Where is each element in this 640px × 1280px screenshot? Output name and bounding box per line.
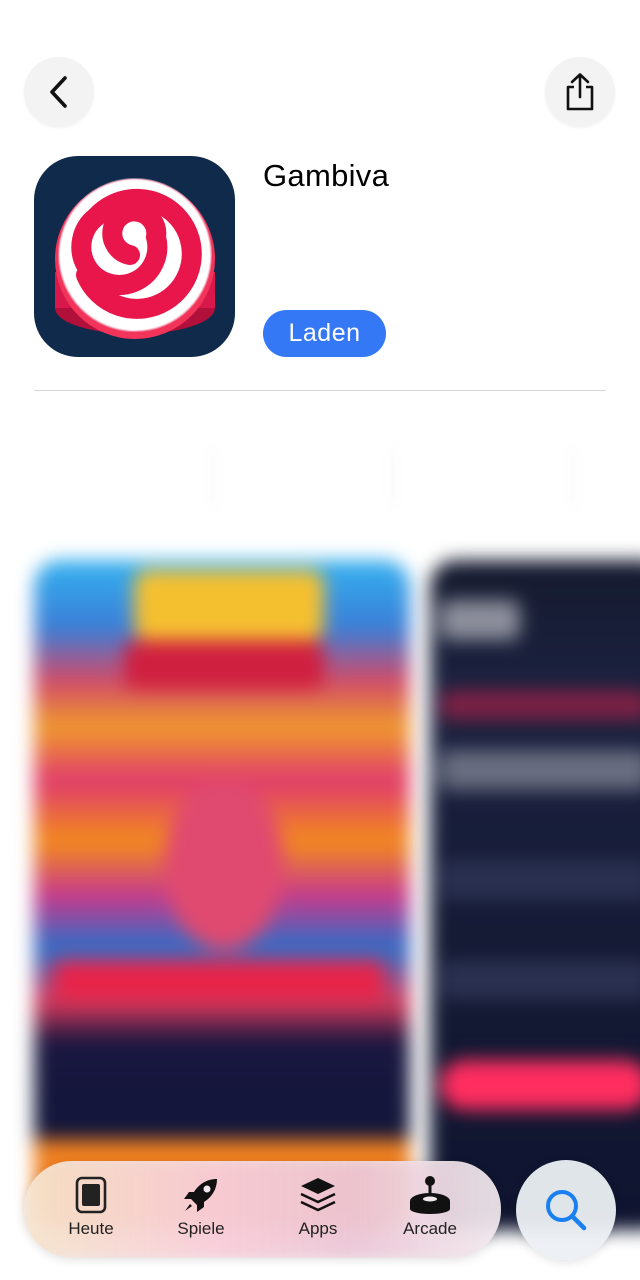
share-icon	[566, 73, 594, 111]
tab-label: Apps	[298, 1219, 338, 1238]
tab-spiele[interactable]: Spiele	[151, 1175, 251, 1245]
field-shape	[440, 860, 640, 900]
field-shape	[440, 960, 640, 1000]
banner-shape	[124, 640, 324, 690]
chevron-left-icon	[50, 76, 67, 108]
apps-stack-icon	[300, 1178, 336, 1212]
info-separator	[392, 448, 393, 508]
divider	[34, 390, 606, 391]
character-shape	[164, 780, 284, 950]
rocket-icon	[184, 1179, 217, 1212]
line-shape	[440, 690, 640, 720]
tab-label: Heute	[68, 1219, 114, 1238]
banner-shape	[134, 570, 324, 640]
today-icon	[75, 1176, 107, 1214]
app-subtitle	[263, 200, 593, 220]
joystick-icon	[410, 1176, 450, 1214]
get-button[interactable]: Laden	[263, 310, 386, 357]
screenshot-2[interactable]	[430, 560, 640, 1230]
search-button[interactable]	[516, 1160, 616, 1260]
tab-heute[interactable]: Heute	[41, 1175, 141, 1245]
cta-shape	[440, 1060, 640, 1110]
info-separator	[212, 448, 213, 508]
back-button[interactable]	[24, 57, 94, 127]
tab-arcade[interactable]: Arcade	[380, 1175, 480, 1245]
info-row	[0, 418, 640, 538]
candy-swirl-icon	[55, 178, 215, 339]
age-info	[250, 418, 350, 508]
chart-info	[420, 418, 530, 508]
tab-apps[interactable]: Apps	[268, 1175, 368, 1245]
tab-label: Spiele	[177, 1219, 225, 1238]
tab-shape	[440, 600, 520, 640]
tab-label: Arcade	[403, 1219, 457, 1238]
line-shape	[440, 750, 640, 790]
search-icon	[546, 1190, 587, 1231]
button-shape	[54, 960, 384, 1000]
rating-info	[60, 418, 190, 508]
tab-bar: Heute Spiele Apps Arcade	[24, 1161, 501, 1258]
app-icon	[34, 156, 235, 357]
info-separator	[572, 448, 573, 508]
screenshot-1[interactable]	[34, 560, 410, 1230]
share-button[interactable]	[545, 57, 615, 127]
app-title: Gambiva	[263, 158, 390, 193]
